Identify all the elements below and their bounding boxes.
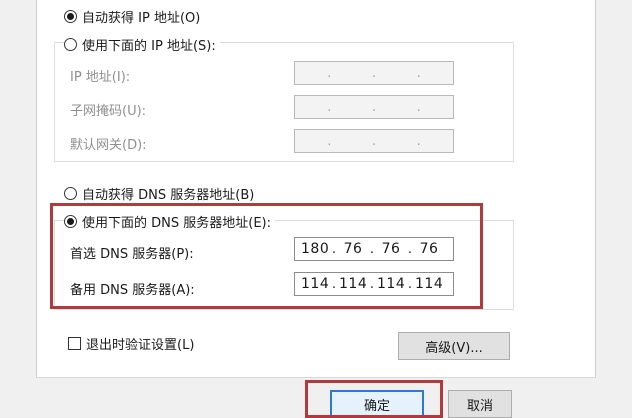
manual-ip-option[interactable]: 使用下面的 IP 地址(S): [64,35,220,54]
auto-dns-label: 自动获得 DNS 服务器地址(B) [82,188,255,203]
validate-on-exit-option[interactable]: 退出时验证设置(L) [68,334,194,353]
validate-on-exit-checkbox[interactable] [68,337,81,350]
ip-dot: . [327,133,332,149]
auto-dns-radio[interactable] [64,187,77,200]
auto-ip-radio[interactable] [64,10,77,23]
dns-highlight-frame [50,203,483,309]
ip-address-field[interactable]: . . . [294,61,454,85]
auto-ip-label: 自动获得 IP 地址(O) [82,11,201,26]
subnet-mask-field[interactable]: . . . [294,95,454,119]
ip-dot: . [371,65,377,81]
ip-address-label: IP 地址(I): [70,70,131,85]
manual-ip-label: 使用下面的 IP 地址(S): [82,39,216,54]
ok-highlight-frame [305,380,443,418]
validate-on-exit-label: 退出时验证设置(L) [86,338,195,353]
cancel-button[interactable]: 取消 [448,390,512,418]
auto-ip-option[interactable]: 自动获得 IP 地址(O) [64,7,200,26]
manual-ip-radio[interactable] [64,38,77,51]
auto-dns-option[interactable]: 自动获得 DNS 服务器地址(B) [64,184,254,203]
ip-dot: . [416,99,421,115]
ip-dot: . [327,65,332,81]
ip-dot: . [371,133,377,149]
advanced-button[interactable]: 高级(V)... [398,332,510,360]
ip-dot: . [416,133,421,149]
ip-dot: . [371,99,377,115]
default-gateway-field[interactable]: . . . [294,129,454,153]
subnet-mask-label: 子网掩码(U): [70,104,147,119]
default-gateway-label: 默认网关(D): [70,138,147,153]
ip-dot: . [416,65,421,81]
ip-dot: . [327,99,332,115]
